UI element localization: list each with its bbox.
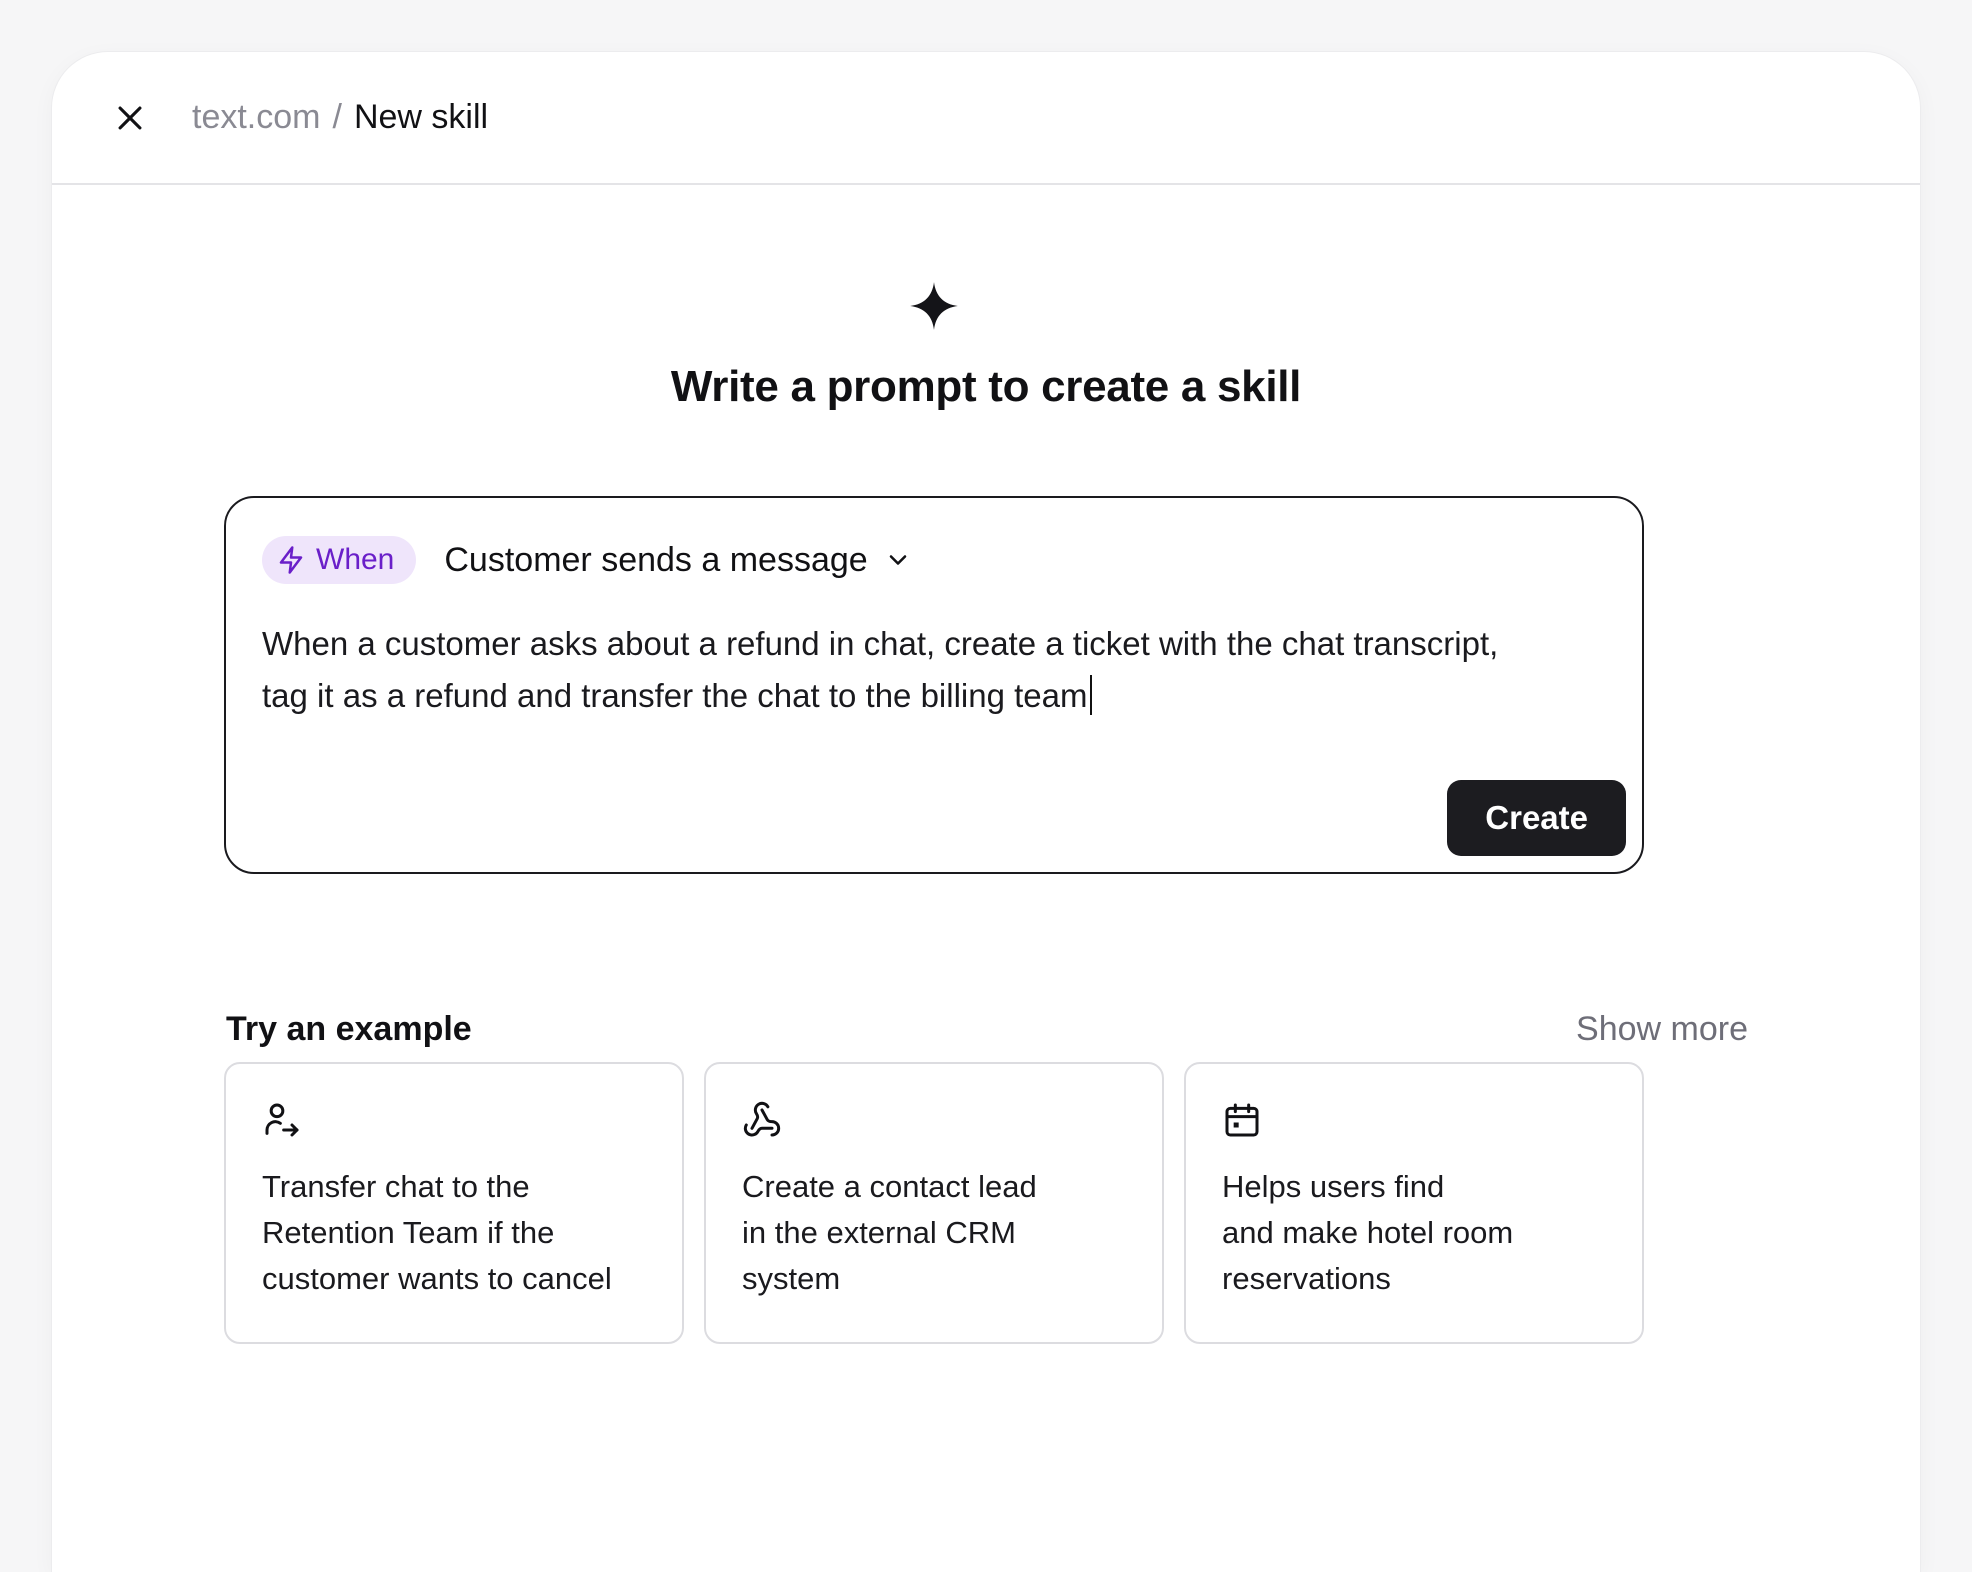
text-caret [1089, 675, 1092, 715]
page-title: Write a prompt to create a skill [670, 362, 1302, 411]
breadcrumb-separator: / [332, 98, 342, 136]
card-line: system [742, 1261, 841, 1296]
card-line: Helps users find [1222, 1169, 1445, 1204]
card-line: Transfer chat to the [262, 1169, 530, 1204]
lightning-icon [279, 546, 303, 574]
trigger-row: When Customer sends a message [262, 536, 912, 584]
user-transfer-icon [265, 1103, 299, 1137]
calendar-icon [1225, 1103, 1259, 1137]
card-line: customer wants to cancel [262, 1261, 612, 1296]
breadcrumb: text.com / New skill [192, 98, 488, 137]
when-badge: When [262, 536, 417, 584]
example-card-text: Helps users find and make hotel room res… [1222, 1164, 1612, 1302]
example-card-hotel[interactable]: Helps users find and make hotel room res… [1184, 1062, 1644, 1344]
example-card-transfer[interactable]: Transfer chat to the Retention Team if t… [224, 1062, 684, 1344]
create-button[interactable]: Create [1447, 780, 1626, 856]
trigger-value: Customer sends a message [444, 540, 868, 579]
prompt-textarea[interactable]: When a customer asks about a refund in c… [262, 618, 1622, 722]
example-cards: Transfer chat to the Retention Team if t… [224, 1062, 1644, 1344]
example-card-text: Create a contact lead in the external CR… [742, 1164, 1132, 1302]
webhook-icon [743, 1101, 781, 1137]
example-card-text: Transfer chat to the Retention Team if t… [262, 1164, 652, 1302]
prompt-line-1: When a customer asks about a refund in c… [262, 625, 1499, 662]
prompt-line-2: tag it as a refund and transfer the chat… [262, 677, 1088, 714]
card-line: in the external CRM [742, 1215, 1016, 1250]
when-label: When [316, 543, 395, 576]
close-button[interactable] [110, 98, 150, 138]
trigger-dropdown[interactable]: Customer sends a message [444, 541, 911, 580]
card-line: and make hotel room [1222, 1215, 1514, 1250]
card-line: Retention Team if the [262, 1215, 555, 1250]
chevron-down-icon [889, 555, 906, 565]
prompt-editor[interactable]: When Customer sends a message When a cus… [224, 496, 1644, 874]
breadcrumb-current: New skill [353, 98, 489, 136]
card-line: reservations [1222, 1261, 1391, 1296]
card-line: Create a contact lead [742, 1169, 1037, 1204]
close-icon [118, 106, 142, 129]
breadcrumb-root[interactable]: text.com [192, 98, 320, 137]
example-card-crm[interactable]: Create a contact lead in the external CR… [704, 1062, 1164, 1344]
show-more-link[interactable]: Show more [1576, 1010, 1748, 1049]
sparkle-icon [910, 282, 958, 330]
examples-heading: Try an example [226, 1010, 472, 1048]
top-bar: text.com / New skill [52, 52, 1920, 185]
